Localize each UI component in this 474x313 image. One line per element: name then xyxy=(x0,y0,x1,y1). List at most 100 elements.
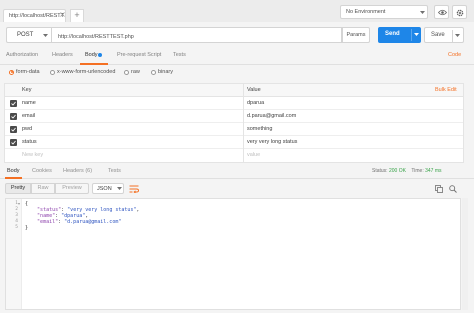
body-indicator-dot xyxy=(98,53,102,57)
raw-button[interactable]: Raw xyxy=(31,183,55,194)
radio-indicator xyxy=(50,69,55,75)
key-cell[interactable]: status xyxy=(22,139,37,145)
value-cell[interactable]: dparua xyxy=(247,100,264,106)
manage-environments-button[interactable] xyxy=(452,5,467,19)
row-checkbox[interactable] xyxy=(10,113,17,120)
search-icon xyxy=(449,185,457,193)
tab-authorization[interactable]: Authorization xyxy=(6,52,38,58)
response-tab-headers[interactable]: Headers (6) xyxy=(63,168,92,174)
table-row: status very very long status xyxy=(5,136,463,149)
radio-indicator xyxy=(124,69,129,75)
radio-label: raw xyxy=(131,69,140,75)
format-label: JSON xyxy=(97,185,112,192)
new-key-input[interactable]: New key xyxy=(22,152,43,158)
key-cell[interactable]: name xyxy=(22,100,36,106)
method-label: POST xyxy=(17,32,34,38)
check-icon xyxy=(11,127,16,132)
bulk-edit-link[interactable]: Bulk Edit xyxy=(435,87,457,93)
copy-button[interactable] xyxy=(434,184,444,194)
new-row: New key value xyxy=(5,149,463,162)
active-tab-underline xyxy=(5,177,22,179)
check-icon xyxy=(11,114,16,119)
table-row: email d.parua@gmail.com xyxy=(5,110,463,123)
row-checkbox[interactable] xyxy=(10,126,17,133)
response-tab-cookies[interactable]: Cookies xyxy=(32,168,52,174)
method-select[interactable]: POST xyxy=(6,27,52,43)
line-number: 3 xyxy=(15,213,18,218)
save-button[interactable]: Save xyxy=(424,27,464,43)
table-row: name dparua xyxy=(5,97,463,110)
fold-arrow-icon[interactable]: ▾ xyxy=(18,201,22,206)
code-line: } xyxy=(25,225,28,231)
chevron-down-icon xyxy=(117,187,122,190)
save-label: Save xyxy=(431,32,445,38)
status-value: 200 OK xyxy=(388,168,406,174)
tab-pre-request-script[interactable]: Pre-request Script xyxy=(117,52,161,58)
json-key: "email" xyxy=(37,219,59,225)
chevron-down-icon xyxy=(43,34,48,37)
format-select[interactable]: JSON xyxy=(92,183,124,194)
pretty-button[interactable]: Pretty xyxy=(5,183,31,194)
row-checkbox[interactable] xyxy=(10,100,17,107)
close-tab-icon[interactable] xyxy=(60,12,65,17)
response-tab-tests[interactable]: Tests xyxy=(108,168,121,174)
table-header: Key Value Bulk Edit xyxy=(5,84,463,97)
line-number: 4 xyxy=(15,219,18,224)
column-divider xyxy=(243,84,244,162)
value-column-header: Value xyxy=(247,87,261,93)
environment-quick-look-button[interactable] xyxy=(434,5,449,19)
radio-label: x-www-form-urlencoded xyxy=(57,69,116,75)
value-cell[interactable]: very very long status xyxy=(247,139,297,145)
response-body-viewer[interactable]: 1 ▾ 2 3 4 5 { "status": "very very long … xyxy=(5,198,461,310)
response-toolbar: Pretty Raw Preview JSON xyxy=(0,180,474,198)
response-scrollbar[interactable] xyxy=(462,198,468,310)
response-tabs: Body Cookies Headers (6) Tests Status: 2… xyxy=(0,164,474,179)
key-column-header: Key xyxy=(22,87,32,93)
gear-icon xyxy=(456,9,464,17)
send-divider xyxy=(411,29,412,41)
send-button[interactable]: Send xyxy=(378,27,421,43)
time-label: Time: xyxy=(411,168,424,174)
url-input[interactable] xyxy=(52,27,342,43)
new-tab-button[interactable]: + xyxy=(70,9,84,22)
check-icon xyxy=(11,140,16,145)
table-row: pwd something xyxy=(5,123,463,136)
form-data-table: Key Value Bulk Edit name dparua email d.… xyxy=(4,83,464,163)
code-link[interactable]: Code xyxy=(448,52,461,58)
response-meta: Status: 200 OK Time: 347 ms xyxy=(372,168,442,174)
key-cell[interactable]: email xyxy=(22,113,35,119)
tab-headers[interactable]: Headers xyxy=(52,52,73,58)
chevron-down-icon[interactable] xyxy=(414,33,419,36)
value-cell[interactable]: d.parua@gmail.com xyxy=(247,113,296,119)
json-brace: } xyxy=(25,225,29,231)
json-value: "d.parua@gmail.com" xyxy=(64,219,122,225)
request-tab-title: http://localhost/RESTT xyxy=(9,13,65,19)
code-line: "email": "d.parua@gmail.com" xyxy=(25,219,121,225)
line-number-gutter: 1 ▾ 2 3 4 5 xyxy=(6,199,22,309)
chevron-down-icon xyxy=(420,11,425,14)
row-checkbox[interactable] xyxy=(10,139,17,146)
tab-body[interactable]: Body xyxy=(85,52,98,58)
json-comma: , xyxy=(136,207,140,213)
request-tab[interactable]: http://localhost/RESTT xyxy=(3,9,66,22)
request-tabs: Authorization Headers Body Pre-request S… xyxy=(0,48,474,65)
wrap-lines-button[interactable] xyxy=(128,183,140,194)
new-value-input[interactable]: value xyxy=(247,152,260,158)
tab-bar: http://localhost/RESTT + No Environment xyxy=(0,0,474,22)
radio-indicator xyxy=(9,69,14,75)
radio-label: form-data xyxy=(16,69,40,75)
check-icon xyxy=(11,101,16,106)
preview-button[interactable]: Preview xyxy=(55,183,89,194)
chevron-down-icon[interactable] xyxy=(455,34,460,37)
params-button[interactable]: Params xyxy=(342,27,370,43)
response-tab-body[interactable]: Body xyxy=(7,168,20,174)
status-label: Status: xyxy=(372,168,388,174)
body-type-options: form-data x-www-form-urlencoded raw bina… xyxy=(0,65,474,81)
key-cell[interactable]: pwd xyxy=(22,126,32,132)
radio-indicator xyxy=(151,69,156,75)
tab-tests[interactable]: Tests xyxy=(173,52,186,58)
value-cell[interactable]: something xyxy=(247,126,272,132)
environment-select[interactable]: No Environment xyxy=(340,5,428,19)
line-number: 2 xyxy=(15,207,18,212)
search-button[interactable] xyxy=(448,184,458,194)
